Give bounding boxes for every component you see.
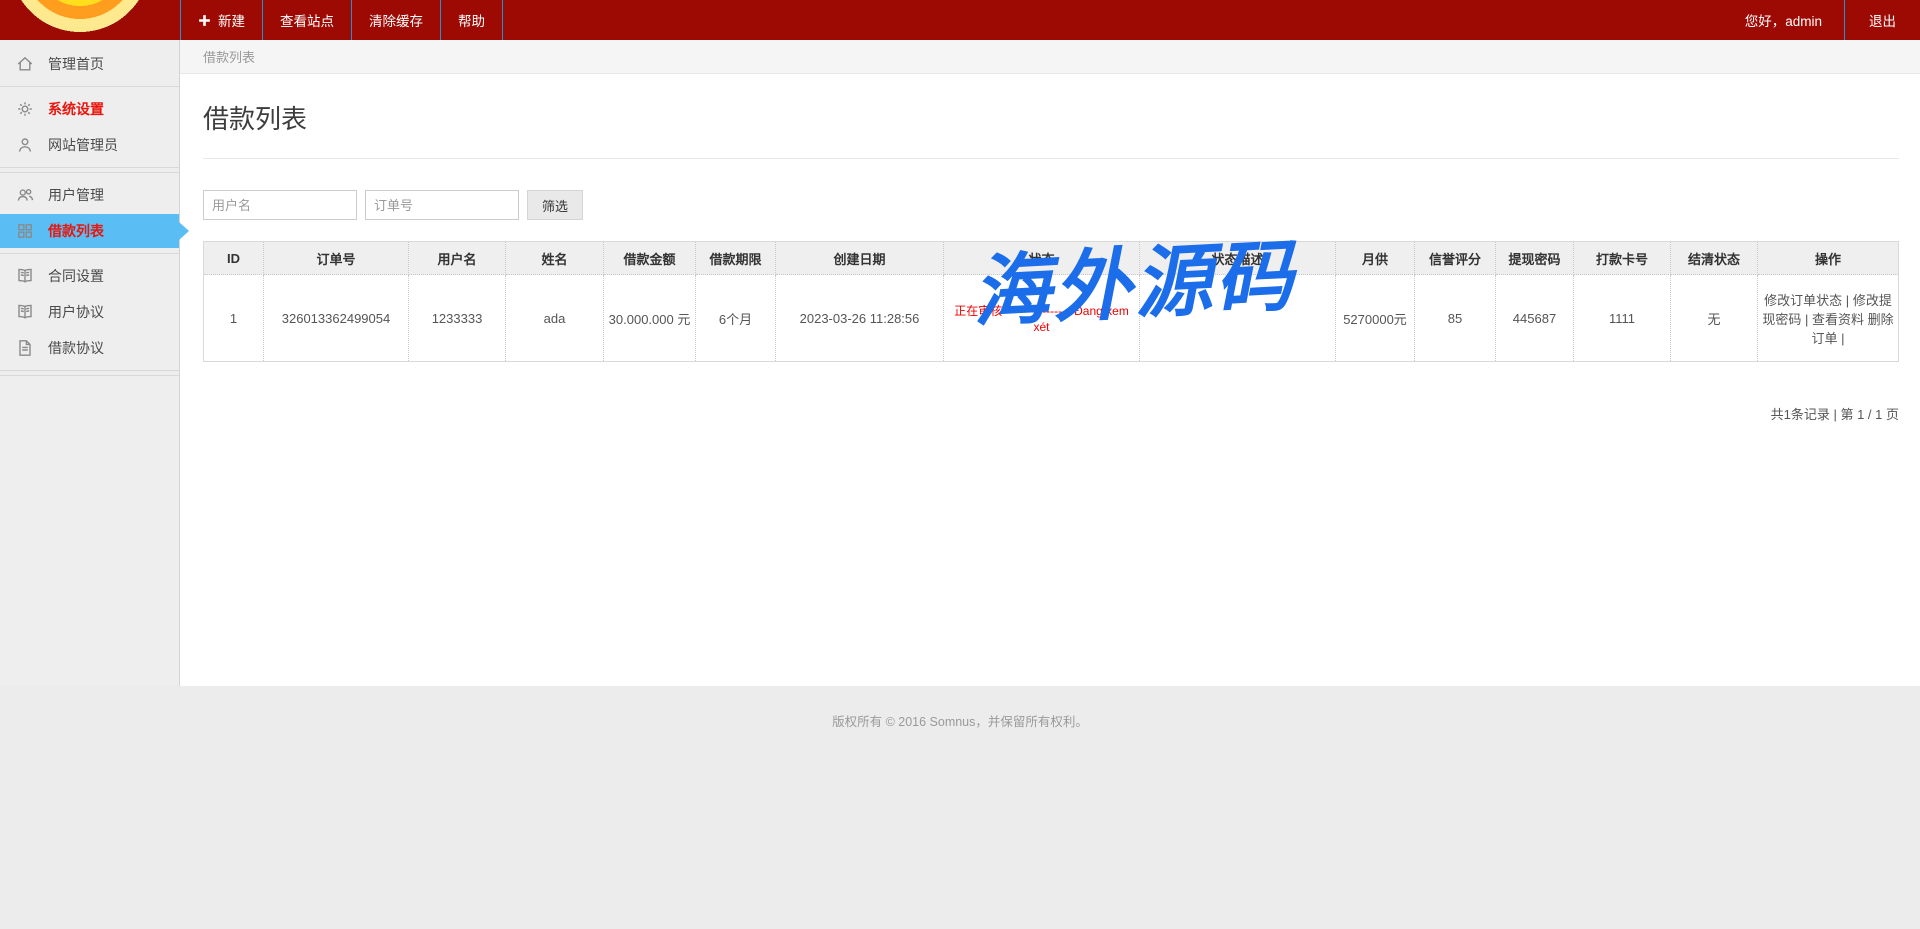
sidebar-item-label: 借款协议 (48, 338, 104, 358)
cell-created: 2023-03-26 11:28:56 (776, 275, 944, 362)
cell-status-desc (1140, 275, 1336, 362)
username-input[interactable] (203, 190, 357, 220)
cell-card-no: 1111 (1574, 275, 1671, 362)
topbar: 新建 查看站点 清除缓存 帮助 您好，admin 退出 (0, 0, 1920, 40)
book-icon (15, 266, 35, 286)
col-header-amount: 借款金额 (604, 242, 696, 275)
table-header-row: ID 订单号 用户名 姓名 借款金额 借款期限 创建日期 状态 状态描述 月供 … (204, 242, 1899, 275)
copyright-text: 版权所有 © 2016 Somnus，并保留所有权利。 (832, 715, 1088, 729)
cell-settle-status: 无 (1671, 275, 1758, 362)
col-header-status-desc: 状态描述 (1140, 242, 1336, 275)
cell-actions: 修改订单状态 | 修改提现密码 | 查看资料 删除订单 | (1758, 275, 1899, 362)
sidebar-item-user-management[interactable]: 用户管理 (0, 178, 179, 212)
sidebar-item-admin-home[interactable]: 管理首页 (0, 47, 179, 81)
new-button-label: 新建 (218, 10, 245, 30)
logout-button[interactable]: 退出 (1844, 0, 1920, 40)
cell-amount: 30.000.000 元 (604, 275, 696, 362)
status-badge: 正在审核------------------Đang xem xét (954, 304, 1129, 334)
col-header-withdraw-password: 提现密码 (1496, 242, 1574, 275)
sidebar-item-contract-settings[interactable]: 合同设置 (0, 259, 179, 293)
main-content: 借款列表 借款列表 筛选 ID 订单号 (180, 40, 1920, 686)
col-header-actions: 操作 (1758, 242, 1899, 275)
sidebar-item-system-settings[interactable]: 系统设置 (0, 92, 179, 126)
cell-monthly: 5270000元 (1336, 275, 1415, 362)
cell-status: 正在审核------------------Đang xem xét (944, 275, 1140, 362)
file-icon (15, 338, 35, 358)
sidebar: 管理首页 系统设置 网站管理员 用 (0, 40, 180, 686)
loan-table: ID 订单号 用户名 姓名 借款金额 借款期限 创建日期 状态 状态描述 月供 … (203, 241, 1899, 362)
col-header-credit: 信誉评分 (1415, 242, 1496, 275)
topbar-nav: 新建 查看站点 清除缓存 帮助 (180, 0, 503, 40)
topbar-right: 您好，admin 退出 (1723, 0, 1920, 40)
content-card: 借款列表 筛选 ID 订单号 用户名 (180, 74, 1920, 686)
book-icon (15, 302, 35, 322)
sun-logo-icon (0, 0, 180, 40)
admin-person-icon (15, 135, 35, 155)
col-header-status: 状态 (944, 242, 1140, 275)
sidebar-item-site-admin[interactable]: 网站管理员 (0, 128, 179, 162)
site-logo (0, 0, 180, 40)
sidebar-item-user-agreement[interactable]: 用户协议 (0, 295, 179, 329)
sidebar-item-loan-list[interactable]: 借款列表 (0, 214, 179, 248)
col-header-term: 借款期限 (696, 242, 776, 275)
sidebar-item-label: 用户管理 (48, 185, 104, 205)
col-header-order-no: 订单号 (264, 242, 409, 275)
sidebar-item-label: 网站管理员 (48, 135, 118, 155)
cell-order-no: 326013362499054 (264, 275, 409, 362)
sidebar-divider (0, 370, 179, 376)
col-header-username: 用户名 (409, 242, 506, 275)
filter-button[interactable]: 筛选 (527, 190, 583, 220)
breadcrumb: 借款列表 (203, 47, 255, 66)
sidebar-item-label: 管理首页 (48, 54, 104, 74)
view-profile-link[interactable]: 查看资料 (1812, 312, 1864, 327)
new-button[interactable]: 新建 (181, 0, 263, 40)
table-row: 1 326013362499054 1233333 ada 30.000.000… (204, 275, 1899, 362)
help-button[interactable]: 帮助 (441, 0, 503, 40)
action-separator: | (1841, 331, 1844, 346)
sidebar-item-label: 合同设置 (48, 266, 104, 286)
title-divider (203, 158, 1899, 159)
page-title: 借款列表 (203, 74, 1899, 158)
user-greeting: 您好，admin (1723, 0, 1844, 40)
view-site-button[interactable]: 查看站点 (263, 0, 352, 40)
col-header-name: 姓名 (506, 242, 604, 275)
plus-icon (198, 14, 211, 27)
grid-icon (15, 221, 35, 241)
action-separator: | (1846, 293, 1849, 308)
col-header-monthly: 月供 (1336, 242, 1415, 275)
cell-id: 1 (204, 275, 264, 362)
col-header-settle-status: 结清状态 (1671, 242, 1758, 275)
sidebar-item-loan-agreement[interactable]: 借款协议 (0, 331, 179, 365)
page-footer: 版权所有 © 2016 Somnus，并保留所有权利。 (0, 686, 1920, 730)
col-header-created: 创建日期 (776, 242, 944, 275)
sidebar-item-label: 系统设置 (48, 99, 104, 119)
cell-name: ada (506, 275, 604, 362)
filter-toolbar: 筛选 (203, 190, 1899, 220)
sidebar-item-label: 借款列表 (48, 221, 104, 241)
action-separator: | (1805, 312, 1808, 327)
users-icon (15, 185, 35, 205)
sidebar-item-label: 用户协议 (48, 302, 104, 322)
col-header-card-no: 打款卡号 (1574, 242, 1671, 275)
order-no-input[interactable] (365, 190, 519, 220)
pagination: 共1条记录 | 第 1 / 1 页 (203, 404, 1899, 423)
cell-term: 6个月 (696, 275, 776, 362)
edit-order-status-link[interactable]: 修改订单状态 (1764, 293, 1842, 308)
breadcrumb-bar: 借款列表 (180, 40, 1920, 74)
cell-credit: 85 (1415, 275, 1496, 362)
clear-cache-button[interactable]: 清除缓存 (352, 0, 441, 40)
col-header-id: ID (204, 242, 264, 275)
gear-icon (15, 99, 35, 119)
home-icon (15, 54, 35, 74)
cell-withdraw-password: 445687 (1496, 275, 1574, 362)
cell-username: 1233333 (409, 275, 506, 362)
